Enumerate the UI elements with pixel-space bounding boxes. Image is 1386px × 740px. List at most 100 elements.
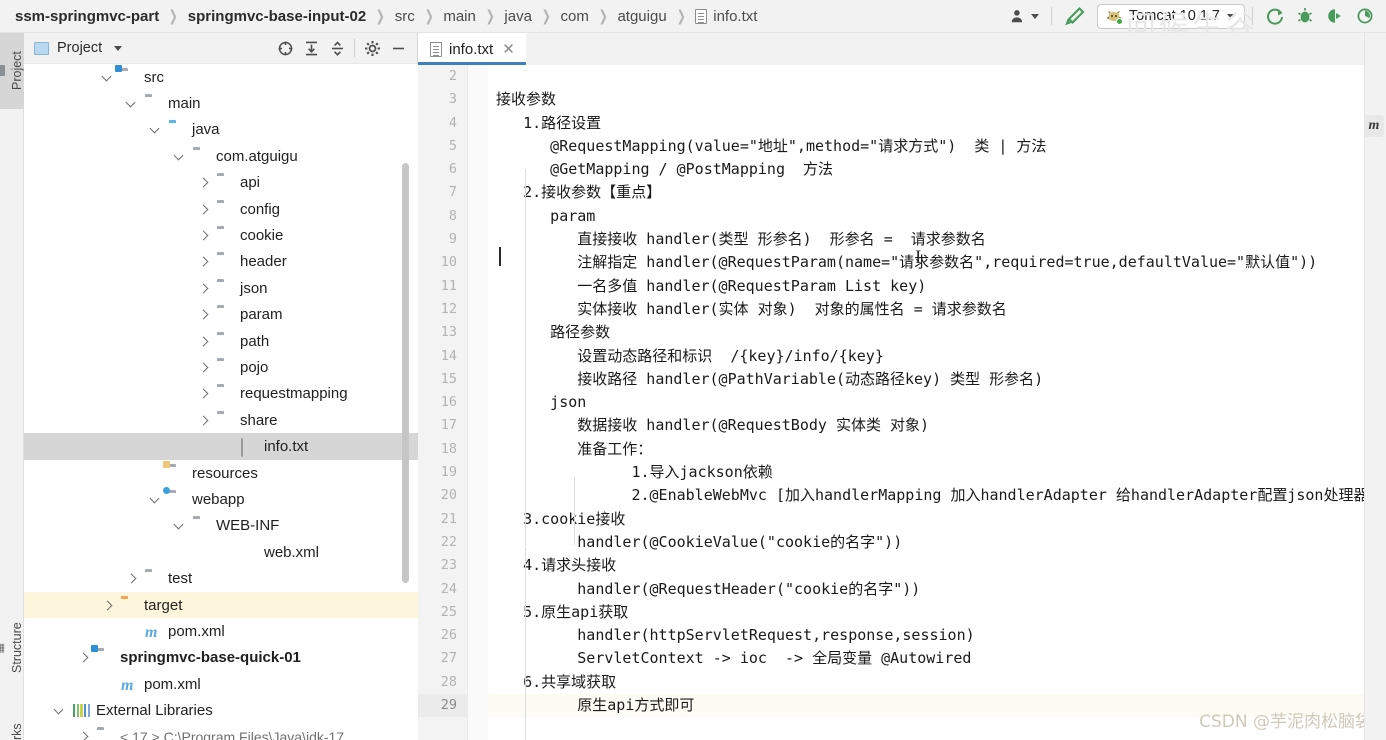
tree-node-target[interactable]: target: [24, 591, 418, 619]
breadcrumb-item-src[interactable]: src: [394, 8, 416, 25]
code-line[interactable]: 3.cookie接收: [488, 508, 1386, 531]
tree-node-header[interactable]: header: [24, 246, 418, 275]
run-icon[interactable]: [1260, 3, 1290, 29]
code-line[interactable]: 路径参数: [488, 321, 1386, 344]
code-folding-column[interactable]: [468, 65, 488, 740]
code-line[interactable]: 1.导入jackson依赖: [488, 461, 1386, 484]
sidebar-item-maven[interactable]: m: [1364, 115, 1384, 137]
sidebar-item-bookmarks[interactable]: arks: [0, 705, 24, 740]
editor-tab-info-txt[interactable]: info.txt ✕: [418, 33, 526, 65]
chevron-right-icon[interactable]: [198, 414, 211, 427]
chevron-right-icon[interactable]: [198, 203, 211, 216]
tree-node-main[interactable]: main: [24, 90, 418, 116]
code-line[interactable]: param: [488, 205, 1386, 228]
tree-node-web-xml[interactable]: web.xml: [24, 539, 418, 565]
chevron-right-icon[interactable]: [198, 255, 211, 268]
tree-node-param[interactable]: param: [24, 299, 418, 328]
breadcrumb-item-ssm-springmvc-part[interactable]: ssm-springmvc-part: [14, 8, 160, 25]
breadcrumb-item-atguigu[interactable]: atguigu: [616, 8, 667, 25]
tree-node-src[interactable]: src: [24, 64, 418, 90]
tree-node-webapp[interactable]: webapp: [24, 486, 418, 512]
chevron-down-icon[interactable]: [1227, 13, 1235, 19]
chevron-down-icon[interactable]: [54, 704, 67, 717]
code-line[interactable]: 4.请求头接收: [488, 554, 1386, 577]
profile-icon[interactable]: [1350, 3, 1380, 29]
code-line[interactable]: handler(@RequestHeader("cookie的名字")): [488, 578, 1386, 601]
chevron-down-icon[interactable]: [174, 519, 187, 532]
code-line[interactable]: 准备工作：: [488, 438, 1386, 461]
code-line[interactable]: 1.路径设置: [488, 112, 1386, 135]
chevron-right-icon[interactable]: [78, 651, 91, 664]
tree-node-pom-xml[interactable]: m pom.xml: [24, 671, 418, 697]
tree-node-pom-xml[interactable]: m pom.xml: [24, 618, 418, 644]
tree-node-17-c-program-files-java-jdk-17[interactable]: < 17 > C:\Program Files\Java\jdk-17: [24, 724, 418, 740]
tree-node-requestmapping[interactable]: requestmapping: [24, 378, 418, 407]
chevron-right-icon[interactable]: [126, 572, 139, 585]
project-tree[interactable]: src main java com.atguigu api config cookie hea…: [24, 64, 418, 740]
code-line[interactable]: 注解指定 handler(@RequestParam(name="请求参数名",…: [488, 251, 1386, 274]
code-line[interactable]: 一名多值 handler(@RequestParam List key): [488, 275, 1386, 298]
select-opened-file-icon[interactable]: [272, 36, 298, 60]
breadcrumb-item-info-txt[interactable]: info.txt: [694, 8, 758, 25]
breadcrumb-item-main[interactable]: main: [442, 8, 477, 25]
code-line[interactable]: 6.共享域获取: [488, 671, 1386, 694]
debug-icon[interactable]: [1290, 3, 1320, 29]
code-viewport[interactable]: 2 3 4 5 6 7 8 9 10 11 12 13 14 15 16 17 18 19 20 21 22 23 24 25…: [418, 65, 1386, 740]
code-line[interactable]: 直接接收 handler(类型 形参名) 形参名 = 请求参数名: [488, 228, 1386, 251]
chevron-right-icon[interactable]: [102, 599, 115, 612]
settings-gear-icon[interactable]: [359, 36, 385, 60]
run-with-coverage-icon[interactable]: [1320, 3, 1350, 29]
code-line[interactable]: 设置动态路径和标识 /{key}/info/{key}: [488, 345, 1386, 368]
run-configuration-selector[interactable]: Tomcat 10.1.7: [1096, 3, 1245, 29]
chevron-right-icon[interactable]: [198, 387, 211, 400]
code-line[interactable]: handler(@CookieValue("cookie的名字")): [488, 531, 1386, 554]
sidebar-item-structure[interactable]: Structure ▦: [0, 598, 24, 698]
collapse-all-icon[interactable]: [324, 36, 350, 60]
chevron-down-icon[interactable]: [150, 493, 163, 506]
chevron-right-icon[interactable]: [198, 308, 211, 321]
code-line[interactable]: [488, 65, 1386, 88]
code-line[interactable]: 接收参数: [488, 88, 1386, 111]
sidebar-item-project[interactable]: Project: [0, 33, 24, 109]
chevron-right-icon[interactable]: [198, 282, 211, 295]
code-line[interactable]: 2.接收参数【重点】: [488, 181, 1386, 204]
breadcrumb-item-com[interactable]: com: [560, 8, 590, 25]
tree-node-pojo[interactable]: pojo: [24, 351, 418, 380]
code-line[interactable]: 2.@EnableWebMvc [加入handlerMapping 加入hand…: [488, 484, 1386, 507]
chevron-right-icon[interactable]: [198, 361, 211, 374]
chevron-down-icon[interactable]: [102, 71, 115, 84]
tree-node-external-libraries[interactable]: External Libraries: [24, 697, 418, 723]
hammer-build-icon[interactable]: [1059, 3, 1091, 29]
chevron-down-icon[interactable]: [174, 150, 187, 163]
code-text[interactable]: 接收参数 1.路径设置 @RequestMapping(value="地址",m…: [488, 65, 1386, 740]
breadcrumb-item-java[interactable]: java: [503, 8, 533, 25]
chevron-right-icon[interactable]: [198, 176, 211, 189]
tree-node-java[interactable]: java: [24, 117, 418, 143]
code-line[interactable]: @RequestMapping(value="地址",method="请求方式"…: [488, 135, 1386, 158]
code-line[interactable]: 实体接收 handler(实体 对象) 对象的属性名 = 请求参数名: [488, 298, 1386, 321]
tree-node-cookie[interactable]: cookie: [24, 220, 418, 248]
chevron-right-icon[interactable]: [198, 229, 211, 242]
close-icon[interactable]: ✕: [502, 42, 515, 57]
hide-panel-icon[interactable]: [385, 36, 411, 60]
tree-node-info-txt[interactable]: info.txt: [24, 433, 418, 460]
tree-node-config[interactable]: config: [24, 193, 418, 222]
tree-node-api[interactable]: api: [24, 167, 418, 196]
code-line[interactable]: 接收路径 handler(@PathVariable(动态路径key) 类型 形…: [488, 368, 1386, 391]
expand-all-icon[interactable]: [298, 36, 324, 60]
chevron-right-icon[interactable]: [198, 335, 211, 348]
chevron-right-icon[interactable]: [78, 730, 91, 740]
tree-node-springmvc-base-quick-01[interactable]: springmvc-base-quick-01: [24, 645, 418, 671]
tree-node-test[interactable]: test: [24, 565, 418, 591]
tree-node-com-atguigu[interactable]: com.atguigu: [24, 140, 418, 169]
tree-node-resources[interactable]: resources: [24, 460, 418, 486]
code-line[interactable]: ServletContext -> ioc -> 全局变量 @Autowired: [488, 647, 1386, 670]
code-line[interactable]: 数据接收 handler(@RequestBody 实体类 对象): [488, 414, 1386, 437]
tree-node-web-inf[interactable]: WEB-INF: [24, 513, 418, 539]
code-line[interactable]: handler(httpServletRequest,response,sess…: [488, 624, 1386, 647]
project-tree-scrollbar[interactable]: [402, 163, 409, 583]
user-profile-icon[interactable]: [1005, 3, 1044, 29]
chevron-down-icon[interactable]: [114, 45, 123, 51]
chevron-down-icon[interactable]: [126, 97, 139, 110]
tree-node-json[interactable]: json: [24, 272, 418, 301]
